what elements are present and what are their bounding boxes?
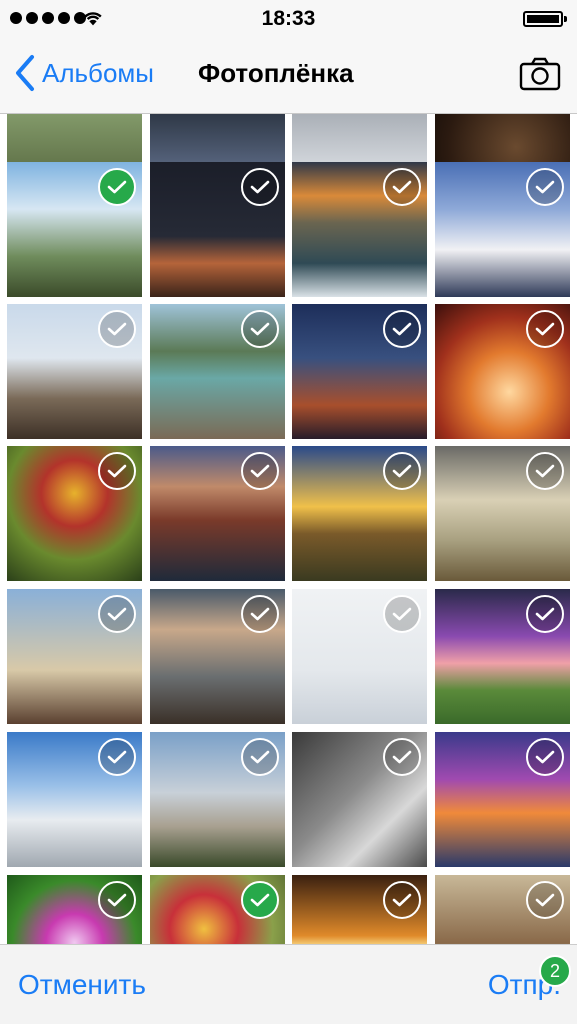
checkmark-icon xyxy=(107,322,127,336)
photo-ibex-mountains[interactable] xyxy=(7,162,142,297)
photo-snow-mountains[interactable] xyxy=(7,732,142,867)
checkmark-icon xyxy=(535,607,555,621)
photo-sunset-rays[interactable] xyxy=(292,875,427,944)
status-bar: 18:33 xyxy=(0,0,577,38)
checkmark-icon xyxy=(392,464,412,478)
photo-forest-lake[interactable] xyxy=(150,304,285,439)
checkmark-icon xyxy=(392,607,412,621)
photo-castle[interactable] xyxy=(150,732,285,867)
photo-savanna[interactable] xyxy=(435,446,570,581)
photo-pier[interactable] xyxy=(150,589,285,724)
checkmark-icon xyxy=(107,464,127,478)
unselected-check-icon[interactable] xyxy=(241,168,279,206)
unselected-check-icon[interactable] xyxy=(98,452,136,490)
unselected-check-icon[interactable] xyxy=(241,738,279,776)
photo-squirrel[interactable] xyxy=(435,875,570,944)
checkmark-icon xyxy=(535,180,555,194)
unselected-check-icon[interactable] xyxy=(383,168,421,206)
checkmark-icon xyxy=(107,893,127,907)
unselected-check-icon[interactable] xyxy=(98,881,136,919)
checkmark-icon xyxy=(107,607,127,621)
checkmark-icon xyxy=(535,893,555,907)
unselected-check-icon[interactable] xyxy=(98,738,136,776)
unselected-check-icon[interactable] xyxy=(383,310,421,348)
unselected-check-icon[interactable] xyxy=(241,310,279,348)
checkmark-icon xyxy=(250,464,270,478)
unselected-check-icon[interactable] xyxy=(383,881,421,919)
camera-icon[interactable] xyxy=(519,57,561,91)
bottom-toolbar: Отменить Отпр. 2 xyxy=(0,944,577,1024)
checkmark-icon xyxy=(250,750,270,764)
checkmark-icon xyxy=(250,607,270,621)
checkmark-icon xyxy=(392,322,412,336)
photo-wave-sand[interactable] xyxy=(292,732,427,867)
photo-tulip-close[interactable] xyxy=(150,875,285,944)
photo-night-rock[interactable] xyxy=(150,162,285,297)
photo-pink-flower[interactable] xyxy=(7,875,142,944)
photo-santorini[interactable] xyxy=(435,162,570,297)
checkmark-icon xyxy=(107,750,127,764)
unselected-check-icon[interactable] xyxy=(383,452,421,490)
status-time: 18:33 xyxy=(261,7,316,30)
checkmark-icon xyxy=(535,750,555,764)
photo-purple-hill[interactable] xyxy=(435,589,570,724)
unselected-check-icon[interactable] xyxy=(241,595,279,633)
photo-antelope-canyon[interactable] xyxy=(435,304,570,439)
battery-icon xyxy=(523,11,567,27)
checkmark-icon xyxy=(392,893,412,907)
photo-sea-cliffs[interactable] xyxy=(292,162,427,297)
checkmark-icon xyxy=(392,180,412,194)
unselected-check-icon[interactable] xyxy=(98,310,136,348)
checkmark-icon xyxy=(250,893,270,907)
unselected-check-icon[interactable] xyxy=(383,595,421,633)
unselected-check-icon[interactable] xyxy=(98,595,136,633)
cancel-button[interactable]: Отменить xyxy=(18,969,146,1001)
photo-tokyo-tower[interactable] xyxy=(292,304,427,439)
checkmark-icon xyxy=(250,322,270,336)
unselected-check-icon[interactable] xyxy=(241,452,279,490)
chevron-left-icon xyxy=(16,55,34,91)
back-button[interactable]: Альбомы xyxy=(14,54,154,92)
unselected-check-icon[interactable] xyxy=(526,310,564,348)
selected-count-badge: 2 xyxy=(539,955,571,987)
checkmark-icon xyxy=(107,180,127,194)
photo-tulips[interactable] xyxy=(7,446,142,581)
checkmark-icon xyxy=(535,464,555,478)
selected-check-icon[interactable] xyxy=(241,881,279,919)
photo-lake-sunset[interactable] xyxy=(435,732,570,867)
unselected-check-icon[interactable] xyxy=(383,738,421,776)
navigation-bar: Альбомы Фотоплёнка xyxy=(0,38,577,114)
photo-snow-tree[interactable] xyxy=(292,589,427,724)
unselected-check-icon[interactable] xyxy=(526,168,564,206)
photo-eiffel-tower[interactable] xyxy=(7,589,142,724)
unselected-check-icon[interactable] xyxy=(526,738,564,776)
unselected-check-icon[interactable] xyxy=(526,595,564,633)
page-title: Фотоплёнка xyxy=(198,58,354,88)
selected-check-icon[interactable] xyxy=(98,168,136,206)
back-button-label: Альбомы xyxy=(42,57,154,88)
photo-grid[interactable] xyxy=(0,114,577,944)
unselected-check-icon[interactable] xyxy=(526,452,564,490)
checkmark-icon xyxy=(535,322,555,336)
checkmark-icon xyxy=(250,180,270,194)
photo-lake-driftwood[interactable] xyxy=(7,304,142,439)
photo-cinque-terre[interactable] xyxy=(150,446,285,581)
checkmark-icon xyxy=(392,750,412,764)
unselected-check-icon[interactable] xyxy=(526,881,564,919)
photo-sunset-fence[interactable] xyxy=(292,446,427,581)
